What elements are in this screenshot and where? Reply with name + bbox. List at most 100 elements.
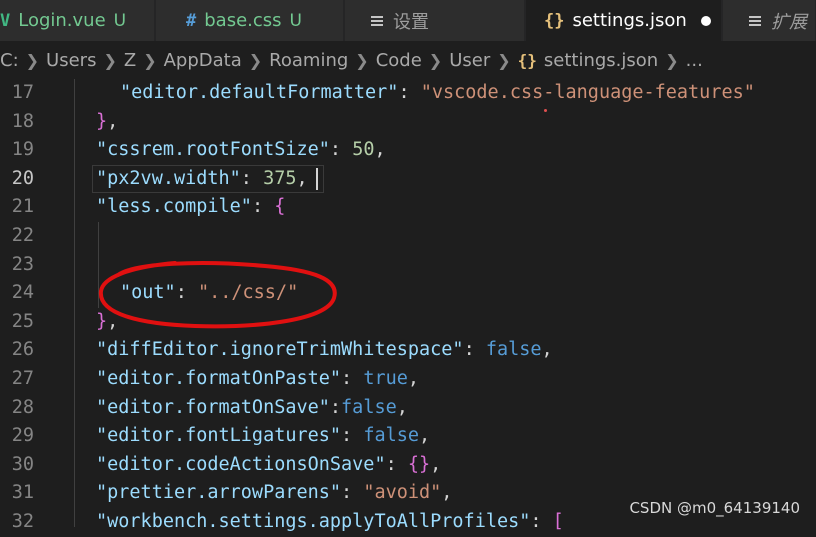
token-str: "vscode.css-language-features" <box>420 82 755 103</box>
token-brace: {} <box>407 453 431 475</box>
token-key: "cssrem.rootFontSize" <box>96 139 330 161</box>
code-line[interactable]: 30 "editor.codeActionsOnSave": {}, <box>0 451 816 480</box>
line-number: 24 <box>11 282 34 304</box>
tab-settings-ui[interactable]: 设置 <box>345 0 525 41</box>
line-number: 21 <box>11 196 34 218</box>
tab-label: Login.vue <box>18 10 106 31</box>
token-key: "editor.codeActionsOnSave" <box>96 453 386 475</box>
css-file-icon: # <box>186 10 197 31</box>
code-content: "editor.codeActionsOnSave": {}, <box>96 451 441 480</box>
code-content: "prettier.arrowParens": "avoid", <box>96 479 452 508</box>
code-content: "px2vw.width": 375, <box>96 165 308 194</box>
token-key: "prettier.arrowParens" <box>96 482 342 504</box>
code-line[interactable]: 19 "cssrem.rootFontSize": 50, <box>0 136 816 165</box>
breadcrumb-item[interactable]: Roaming <box>269 50 348 71</box>
tab-label: 设置 <box>393 11 429 33</box>
token-pun: , <box>441 482 453 504</box>
line-number: 32 <box>11 511 34 532</box>
code-line[interactable]: 29 "editor.fontLigatures": false, <box>0 422 816 451</box>
tab-extensions[interactable]: 扩展 <box>723 0 816 41</box>
breadcrumb-item[interactable]: User <box>449 50 490 71</box>
token-kw: false <box>341 396 397 418</box>
line-number: 25 <box>11 310 34 332</box>
tab-settings-json[interactable]: {} settings.json <box>526 0 722 41</box>
breadcrumb-symbol-ellipsis[interactable]: ... <box>686 50 703 71</box>
breadcrumb-item[interactable]: Users <box>46 50 96 71</box>
token-pun: , <box>396 396 408 418</box>
json-file-icon: {} <box>517 50 537 70</box>
unsaved-changes-dot-icon[interactable] <box>700 15 711 26</box>
breadcrumb-item[interactable]: C: <box>0 50 19 71</box>
code-line[interactable]: 25}, <box>0 308 816 337</box>
line-number: 31 <box>11 482 34 504</box>
token-key: "less.compile" <box>96 196 252 218</box>
chevron-right-icon: ❯ <box>143 50 157 70</box>
code-line[interactable]: 27 "editor.formatOnPaste": true, <box>0 365 816 394</box>
token-brack: [ <box>552 511 564 532</box>
code-content: }, <box>96 308 118 337</box>
token-brace: } <box>96 110 108 132</box>
tab-label: base.css <box>204 10 282 31</box>
token-pun: : <box>341 482 364 504</box>
token-pun: , <box>107 310 119 332</box>
code-line[interactable]: 20 "px2vw.width": 375, <box>0 165 816 194</box>
token-pun: : <box>463 339 486 361</box>
token-num: 50 <box>352 139 375 161</box>
chevron-right-icon: ❯ <box>103 50 117 70</box>
code-line[interactable]: 23 <box>0 251 816 280</box>
breadcrumb-item[interactable]: Z <box>124 50 136 71</box>
token-kw: false <box>485 339 542 361</box>
line-number: 29 <box>11 425 34 447</box>
tab-login-vue[interactable]: V Login.vue U <box>0 0 155 41</box>
code-line[interactable]: 24 "out": "../css/" <box>0 279 816 308</box>
token-pun: : <box>175 282 198 304</box>
untracked-status-badge: U <box>289 10 302 31</box>
breadcrumb-item[interactable]: Code <box>376 50 422 71</box>
breadcrumb-item[interactable]: AppData <box>164 50 242 71</box>
editor-tab-bar: V Login.vue U # base.css U 设置 {} setting… <box>0 0 816 42</box>
line-number: 26 <box>11 339 34 361</box>
token-pun: : <box>398 82 421 103</box>
code-line[interactable]: 28 "editor.formatOnSave":false, <box>0 394 816 423</box>
untracked-status-badge: U <box>113 10 127 31</box>
token-brace: { <box>274 196 286 218</box>
token-key: "editor.formatOnPaste" <box>96 368 342 389</box>
line-number: 27 <box>11 368 34 389</box>
tab-base-css[interactable]: # base.css U <box>156 0 344 41</box>
token-pun: : <box>341 425 364 447</box>
token-pun: : <box>530 511 553 532</box>
token-kw: false <box>363 425 420 447</box>
line-number: 20 <box>11 167 34 189</box>
line-number: 18 <box>11 110 34 132</box>
line-number: 23 <box>11 253 34 275</box>
token-pun: , <box>541 339 553 361</box>
line-number: 22 <box>11 225 34 246</box>
code-line[interactable]: 26 "diffEditor.ignoreTrimWhitespace": fal… <box>0 336 816 365</box>
token-key: "px2vw.width" <box>96 167 241 189</box>
chevron-right-icon: ❯ <box>25 50 40 70</box>
token-key: "diffEditor.ignoreTrimWhitespace" <box>96 339 464 361</box>
code-line[interactable]: 21 "less.compile": { <box>0 193 816 222</box>
token-pun: , <box>296 167 308 189</box>
code-content: "diffEditor.ignoreTrimWhitespace": false… <box>96 336 553 365</box>
tab-label: 扩展 <box>771 11 807 33</box>
token-pun: : <box>341 368 364 389</box>
breadcrumb-file[interactable]: settings.json <box>544 50 658 71</box>
token-pun: : <box>240 167 264 189</box>
code-content: "editor.formatOnPaste": true, <box>96 365 419 394</box>
token-pun: , <box>374 139 386 161</box>
token-pun: , <box>107 110 119 132</box>
chevron-right-icon: ❯ <box>665 50 679 70</box>
code-line[interactable]: 18}, <box>0 108 816 137</box>
line-number: 28 <box>11 396 34 418</box>
code-line[interactable]: 17 "editor.defaultFormatter": "vscode.css… <box>0 79 816 108</box>
token-num: 375 <box>263 167 297 189</box>
code-content: "cssrem.rootFontSize": 50, <box>96 136 386 165</box>
code-editor[interactable]: 17 "editor.defaultFormatter": "vscode.css… <box>0 79 816 532</box>
chevron-right-icon: ❯ <box>497 50 511 70</box>
code-content: "editor.formatOnSave":false, <box>96 394 408 423</box>
code-line[interactable]: 22 <box>0 222 816 251</box>
watermark-text: CSDN @m0_64139140 <box>629 499 800 517</box>
code-content: "editor.fontLigatures": false, <box>96 422 430 451</box>
chevron-right-icon: ❯ <box>355 50 369 70</box>
